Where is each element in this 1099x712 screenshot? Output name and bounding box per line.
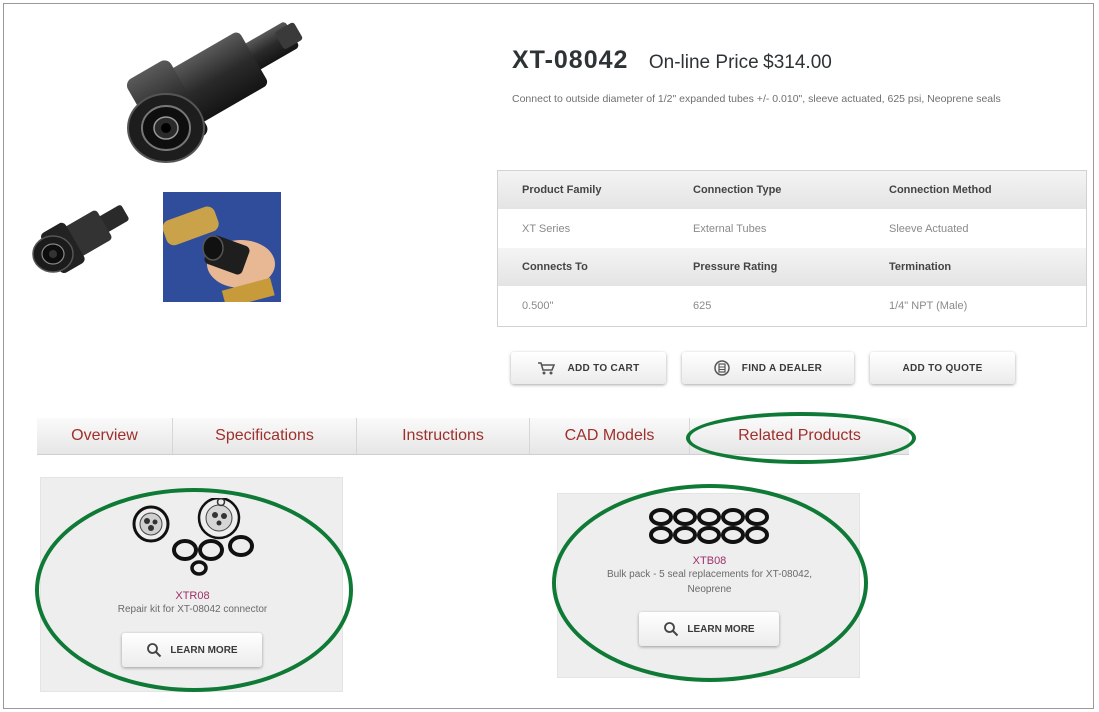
spec-header: Product Family: [522, 184, 602, 196]
tab-specifications[interactable]: Specifications: [173, 418, 357, 454]
spec-header: Connects To: [522, 261, 588, 273]
related-description: Bulk pack - 5 seal replacements for XT-0…: [606, 569, 813, 595]
spec-value: 625: [693, 299, 712, 312]
add-to-quote-button[interactable]: ADD TO QUOTE: [870, 352, 1015, 384]
product-thumbnail-1[interactable]: [27, 192, 145, 284]
spec-header: Pressure Rating: [693, 261, 778, 273]
product-sku: XT-08042: [512, 46, 629, 74]
tab-instructions[interactable]: Instructions: [357, 418, 530, 454]
spec-value: External Tubes: [693, 222, 767, 235]
price-value: $314.00: [763, 52, 832, 73]
seal-pack-image: [645, 506, 775, 553]
product-title-row: XT-08042 On-line Price $314.00: [512, 46, 832, 75]
tab-related-products[interactable]: Related Products: [690, 418, 909, 454]
add-to-quote-label: ADD TO QUOTE: [902, 362, 983, 374]
repair-kit-image: [123, 496, 263, 583]
search-icon: [663, 621, 679, 637]
tab-bar: Overview Specifications Instructions CAD…: [37, 418, 909, 455]
learn-more-label: LEARN MORE: [687, 623, 755, 635]
learn-more-button[interactable]: LEARN MORE: [122, 633, 262, 667]
spec-value-row: 0.500" 625 1/4" NPT (Male): [498, 286, 1086, 325]
spec-value: XT Series: [522, 222, 571, 235]
product-description: Connect to outside diameter of 1/2" expa…: [512, 93, 1001, 105]
search-icon: [146, 642, 162, 658]
find-dealer-label: FIND A DEALER: [741, 362, 823, 374]
related-description: Repair kit for XT-08042 connector: [117, 604, 268, 615]
product-main-image[interactable]: [100, 10, 330, 170]
spec-header-row: Product Family Connection Type Connectio…: [498, 171, 1086, 209]
spec-header: Termination: [889, 261, 952, 273]
learn-more-label: LEARN MORE: [170, 644, 238, 656]
tab-cad-models[interactable]: CAD Models: [530, 418, 690, 454]
spec-value: 0.500": [522, 299, 554, 312]
spec-value: Sleeve Actuated: [889, 222, 969, 235]
spec-table: Product Family Connection Type Connectio…: [497, 170, 1087, 327]
add-to-cart-button[interactable]: ADD TO CART: [511, 352, 666, 384]
learn-more-button[interactable]: LEARN MORE: [639, 612, 779, 646]
product-thumbnail-2[interactable]: [162, 192, 281, 309]
tab-overview[interactable]: Overview: [37, 418, 173, 454]
spec-header: Connection Type: [693, 184, 782, 196]
related-product-card[interactable]: XTB08 Bulk pack - 5 seal replacements fo…: [557, 493, 860, 678]
find-dealer-button[interactable]: FIND A DEALER: [682, 352, 854, 384]
add-to-cart-label: ADD TO CART: [567, 362, 640, 374]
cart-icon: [537, 361, 556, 375]
spec-header-row: Connects To Pressure Rating Termination: [498, 248, 1086, 286]
dealer-icon: [714, 360, 730, 376]
spec-value: 1/4" NPT (Male): [889, 299, 968, 312]
related-product-card[interactable]: XTR08 Repair kit for XT-08042 connector …: [40, 477, 343, 692]
spec-value-row: XT Series External Tubes Sleeve Actuated: [498, 209, 1086, 248]
price-label: On-line Price: [648, 52, 759, 73]
spec-header: Connection Method: [889, 184, 992, 196]
